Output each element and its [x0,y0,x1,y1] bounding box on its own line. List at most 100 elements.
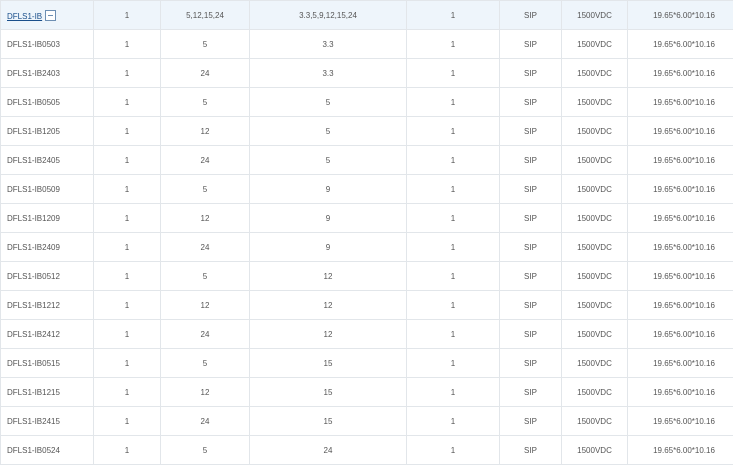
power-cell: 1 [406,174,500,204]
isolation-cell: 1500VDC [561,290,628,320]
table-row[interactable]: DFLS1-IB1205 1 12 5 1 SIP 1500VDC 19.65*6.00*10… [0,116,733,146]
model-cell: DFLS1-IB0509 [0,174,94,204]
dimensions-cell: 19.65*6.00*10.16 [627,29,733,59]
power-cell: 1 [406,377,500,407]
table-row[interactable]: DFLS1-IB1215 1 12 15 1 SIP 1500VDC 19.65*6.00*1… [0,377,733,407]
package-cell: SIP [499,435,562,465]
outputs-cell: 1 [93,377,161,407]
table-row[interactable]: DFLS1-IB1212 1 12 12 1 SIP 1500VDC 19.65*6.00*1… [0,290,733,320]
group-model-link[interactable]: DFLS1-IB [7,12,42,21]
model-cell: DFLS1-IB1205 [0,116,94,146]
model-cell: DFLS1-IB0515 [0,348,94,378]
isolation-cell: 1500VDC [561,174,628,204]
table-row[interactable]: DFLS1-IB0524 1 5 24 1 SIP 1500VDC 19.65*6.00*10… [0,435,733,465]
package-cell: SIP [499,232,562,262]
power-cell: 1 [406,348,500,378]
outputs-cell: 1 [93,58,161,88]
dimensions-cell: 19.65*6.00*10.16 [627,290,733,320]
vout-cell: 12 [249,261,407,291]
vin-cell: 12 [160,290,250,320]
power-cell: 1 [406,232,500,262]
vout-cell: 12 [249,290,407,320]
table-row[interactable]: DFLS1-IB0512 1 5 12 1 SIP 1500VDC 19.65*6.00*10… [0,261,733,291]
dimensions-cell: 19.65*6.00*10.16 [627,203,733,233]
model-cell: DFLS1-IB2415 [0,406,94,436]
isolation-cell: 1500VDC [561,29,628,59]
outputs-cell: 1 [93,406,161,436]
vin-cell: 5 [160,435,250,465]
model-cell: DFLS1-IB2409 [0,232,94,262]
table-row[interactable]: DFLS1-IB0505 1 5 5 1 SIP 1500VDC 19.65*6.00*10.… [0,87,733,117]
table-row[interactable]: DFLS1-IB0503 1 5 3.3 1 SIP 1500VDC 19.65*6.00*1… [0,29,733,59]
isolation-cell: 1500VDC [561,116,628,146]
power-cell: 1 [406,58,500,88]
dimensions-cell: 19.65*6.00*10.16 [627,174,733,204]
table-row[interactable]: DFLS1-IB2405 1 24 5 1 SIP 1500VDC 19.65*6.00*10… [0,145,733,175]
package-cell: SIP [499,319,562,349]
table-row[interactable]: DFLS1-IB0509 1 5 9 1 SIP 1500VDC 19.65*6.00*10.… [0,174,733,204]
isolation-cell: 1500VDC [561,435,628,465]
package-cell: SIP [499,58,562,88]
model-cell: DFLS1-IB1215 [0,377,94,407]
model-cell: DFLS1-IB0524 [0,435,94,465]
group-vout-cell: 3.3,5,9,12,15,24 [249,0,407,30]
outputs-cell: 1 [93,145,161,175]
table-row[interactable]: DFLS1-IB2409 1 24 9 1 SIP 1500VDC 19.65*6.00*10… [0,232,733,262]
dimensions-cell: 19.65*6.00*10.16 [627,145,733,175]
product-table-container: DFLS1-IB 1 5,12,15,24 3.3,5,9,12,15,24 1… [0,0,733,465]
power-cell: 1 [406,87,500,117]
power-cell: 1 [406,29,500,59]
dimensions-cell: 19.65*6.00*10.16 [627,319,733,349]
package-cell: SIP [499,406,562,436]
group-vin-cell: 5,12,15,24 [160,0,250,30]
outputs-cell: 1 [93,232,161,262]
vin-cell: 24 [160,319,250,349]
vout-cell: 5 [249,145,407,175]
vin-cell: 5 [160,348,250,378]
dimensions-cell: 19.65*6.00*10.16 [627,406,733,436]
model-cell: DFLS1-IB2403 [0,58,94,88]
outputs-cell: 1 [93,203,161,233]
dimensions-cell: 19.65*6.00*10.16 [627,116,733,146]
minus-square-icon[interactable] [45,9,57,21]
vin-cell: 5 [160,261,250,291]
outputs-cell: 1 [93,87,161,117]
package-cell: SIP [499,261,562,291]
isolation-cell: 1500VDC [561,319,628,349]
dimensions-cell: 19.65*6.00*10.16 [627,348,733,378]
vin-cell: 24 [160,232,250,262]
package-cell: SIP [499,116,562,146]
model-cell: DFLS1-IB2412 [0,319,94,349]
vin-cell: 24 [160,145,250,175]
table-row[interactable]: DFLS1-IB2415 1 24 15 1 SIP 1500VDC 19.65*6.00*1… [0,406,733,436]
vout-cell: 24 [249,435,407,465]
table-row[interactable]: DFLS1-IB2403 1 24 3.3 1 SIP 1500VDC 19.65*6.00*… [0,58,733,88]
package-cell: SIP [499,29,562,59]
dimensions-cell: 19.65*6.00*10.16 [627,261,733,291]
vout-cell: 9 [249,232,407,262]
outputs-cell: 1 [93,261,161,291]
power-cell: 1 [406,261,500,291]
vin-cell: 5 [160,87,250,117]
model-cell: DFLS1-IB1209 [0,203,94,233]
vout-cell: 3.3 [249,58,407,88]
vout-cell: 9 [249,174,407,204]
outputs-cell: 1 [93,348,161,378]
power-cell: 1 [406,435,500,465]
model-cell: DFLS1-IB0503 [0,29,94,59]
outputs-cell: 1 [93,319,161,349]
dimensions-cell: 19.65*6.00*10.16 [627,58,733,88]
package-cell: SIP [499,377,562,407]
table-row[interactable]: DFLS1-IB2412 1 24 12 1 SIP 1500VDC 19.65*6.00*1… [0,319,733,349]
group-outputs-cell: 1 [93,0,161,30]
dimensions-cell: 19.65*6.00*10.16 [627,377,733,407]
table-row[interactable]: DFLS1-IB1209 1 12 9 1 SIP 1500VDC 19.65*6.00*10… [0,203,733,233]
package-cell: SIP [499,174,562,204]
isolation-cell: 1500VDC [561,232,628,262]
dimensions-cell: 19.65*6.00*10.16 [627,232,733,262]
vin-cell: 12 [160,203,250,233]
table-row[interactable]: DFLS1-IB0515 1 5 15 1 SIP 1500VDC 19.65*6.00*10… [0,348,733,378]
table-body: DFLS1-IB 1 5,12,15,24 3.3,5,9,12,15,24 1… [0,0,733,465]
vin-cell: 24 [160,406,250,436]
package-cell: SIP [499,203,562,233]
